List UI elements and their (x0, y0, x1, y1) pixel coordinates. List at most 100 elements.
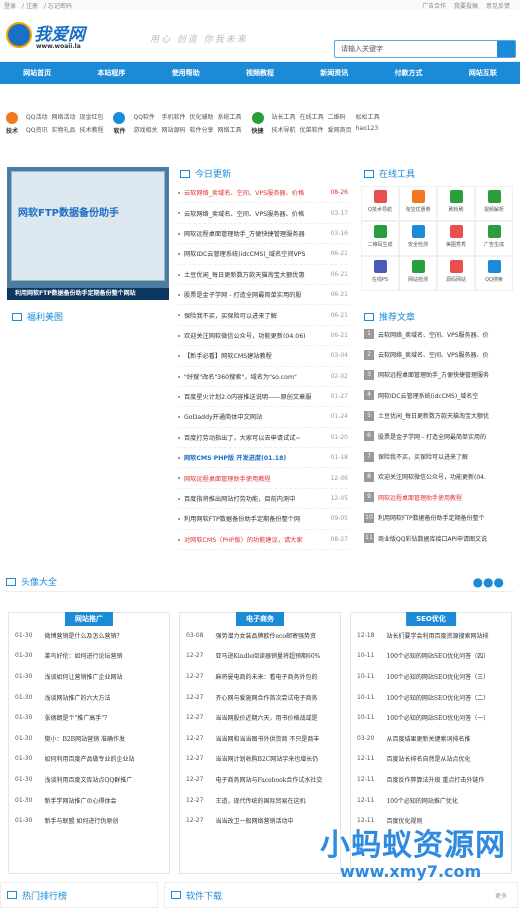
article-row[interactable]: 12-27 亚马逊Kindle阅读器销量将超预期60% (180, 646, 340, 667)
nav-programs[interactable]: 本站程序 (74, 62, 148, 84)
article-title[interactable]: 浅谈利用百度文库站点QQ群推广 (44, 775, 132, 784)
quick-link[interactable]: 网站源码 (162, 125, 186, 134)
column-tab[interactable]: SEO优化 (406, 612, 456, 626)
quick-category[interactable]: 技术 (4, 112, 20, 135)
news-row[interactable]: 对网软CMS（PHP版）的功能建议，请大家 08-27 (178, 530, 348, 551)
recommend-row[interactable]: 2 云软网络_卖域名、空间、VPS服务器、价 (364, 344, 514, 364)
quick-link[interactable]: hao123 (356, 125, 380, 134)
article-title[interactable]: 100个必知的网站推广优化 (386, 796, 457, 805)
forgot-password-link[interactable]: 忘记密码 (48, 3, 72, 10)
news-title[interactable]: 保险我不买，买保险可以进来了解 (184, 311, 322, 320)
news-title[interactable]: "好搜"改名"360搜索"，域名为"so.com" (184, 372, 322, 381)
article-title[interactable]: 百度站长排名自然是从站点优化 (386, 754, 470, 763)
news-title[interactable]: 利用网软FTP数据备份助手定期备份整个网 (184, 514, 322, 523)
news-title[interactable]: GoDaddy开通简体中文网站 (184, 412, 322, 421)
tool-item[interactable]: 在线PS (361, 256, 399, 291)
nav-video[interactable]: 视频教程 (223, 62, 297, 84)
recommend-row[interactable]: 11 商业版QQ彩钻数据库接口API申请图文说 (364, 528, 514, 548)
tool-item[interactable]: 源码网站 (437, 256, 475, 291)
article-row[interactable]: 10-11 100个必知的网站SEO优化问答（三） (351, 666, 511, 687)
recommend-title[interactable]: 股票是金子学网 - 打造全网最简单实用的 (378, 432, 486, 441)
news-row[interactable]: 百度打劳动指出了，大家可以去申请试试~ 01-20 (178, 428, 348, 449)
article-title[interactable]: 电子商务网站与Facebook合作试水社交 (215, 775, 322, 784)
recommend-title[interactable]: 网软IDC云管理系统(idcCMS)_域名空 (378, 391, 478, 400)
news-row[interactable]: 网软CMS PHP版 开发进度(01.18) 01-18 (178, 448, 348, 469)
quick-link[interactable]: 手机软件 (162, 112, 186, 121)
article-row[interactable]: 12-27 当当网股价近期六天，用书价格战或是 (180, 707, 340, 728)
search-button[interactable] (497, 41, 515, 57)
recommend-row[interactable]: 6 股票是金子学网 - 打造全网最简单实用的 (364, 426, 514, 446)
article-title[interactable]: 100个必知的网站SEO优化问答（三） (386, 672, 489, 681)
article-title[interactable]: 王道，现代传统的国际贸易在这机 (215, 796, 305, 805)
column-tab[interactable]: 电子商务 (236, 612, 284, 626)
news-row[interactable]: 网软IDC云管理系统(idcCMS)_域名空间VPS 06-21 (178, 244, 348, 265)
news-row[interactable]: 百度星火计划2.0内容推送说明——原创文章服 01-27 (178, 387, 348, 408)
tool-item[interactable]: Q技术导航 (361, 186, 399, 221)
news-row[interactable]: 利用网软FTP数据备份助手定期备份整个网 09-05 (178, 509, 348, 530)
nav-help[interactable]: 使用帮助 (149, 62, 223, 84)
news-title[interactable]: 【新手必看】网软CMS建站教程 (184, 351, 322, 360)
quick-link[interactable]: 爱网首页 (328, 125, 352, 134)
more-dots-icon[interactable]: ●●● (473, 575, 504, 589)
recommend-row[interactable]: 1 云软网络_卖域名、空间、VPS服务器、价 (364, 324, 514, 344)
article-title[interactable]: 百度优化规则 (386, 816, 422, 825)
search-input[interactable]: 请输入关键字 (341, 44, 383, 54)
tool-item[interactable]: 安全检测 (399, 221, 437, 256)
news-row[interactable]: "好搜"改名"360搜索"，域名为"so.com" 02-02 (178, 367, 348, 387)
article-title[interactable]: 齐心网与爱施网合作首次尝试电子商务 (215, 693, 317, 702)
search-box[interactable]: 请输入关键字 (334, 40, 516, 58)
news-row[interactable]: 土豆优闲_每日更新数万款天猫淘宝大额优惠 06-21 (178, 265, 348, 285)
article-row[interactable]: 01-30 如何利用百度产品做专业的企业站 (9, 749, 169, 770)
more-link[interactable]: 更多 (495, 891, 507, 900)
article-title[interactable]: 百度反作弊算法升级 重点打击外链作 (386, 775, 484, 784)
quick-link[interactable]: 系统工具 (218, 112, 242, 121)
article-title[interactable]: 100个必知的网站SEO优化问答（二） (386, 693, 489, 702)
quick-link[interactable]: 技术教程 (79, 125, 103, 134)
ad-link[interactable]: 广告合作 (422, 3, 446, 10)
article-row[interactable]: 01-30 莱鸟好伦：如何进行论坛营销 (9, 646, 169, 667)
avatar-title[interactable]: 头像大全 (21, 575, 57, 588)
featured-slide[interactable]: 网软FTP数据备份助手 利用网软FTP数据备份助手定期备份整个网站 (7, 167, 169, 300)
article-row[interactable]: 12-18 站长们要学会利用百度资源搜索网站排 (351, 625, 511, 646)
quick-link[interactable]: 实物礼品 (51, 125, 75, 134)
article-row[interactable]: 12-11 100个必知的网站推广优化 (351, 790, 511, 811)
slide-caption[interactable]: 利用网软FTP数据备份助手定期备份整个网站 (7, 288, 169, 300)
article-row[interactable]: 12-27 当当改卫一般网络营销活动中 (180, 810, 340, 831)
recommend-row[interactable]: 10 利用网软FTP数据备份助手定期备份整个 (364, 508, 514, 528)
article-row[interactable]: 01-30 浅谈利用百度文库站点QQ群推广 (9, 769, 169, 790)
quick-link[interactable]: 软件分享 (190, 125, 214, 134)
news-row[interactable]: 云软网络_卖域名、空间、VPS服务器、价格 08-26 (178, 183, 348, 204)
article-title[interactable]: 浅谈如何让营销推广企业网站 (44, 672, 122, 681)
article-title[interactable]: 新手学网站推广の心得体会 (44, 796, 116, 805)
news-row[interactable]: 网软远程桌面管理助手使用教程 12-06 (178, 468, 348, 489)
article-title[interactable]: 新手与联盟 如何进行伪原创 (44, 816, 118, 825)
article-row[interactable]: 01-30 新手与联盟 如何进行伪原创 (9, 810, 169, 831)
quick-link[interactable]: 站长工具 (272, 112, 296, 121)
article-title[interactable]: 当当改卫一般网络营销活动中 (215, 816, 293, 825)
news-title[interactable]: 土豆优闲_每日更新数万款天猫淘宝大额优惠 (184, 270, 322, 279)
news-title[interactable]: 百度指将推出网站打劳功能，目前内测中 (184, 494, 322, 503)
article-row[interactable]: 03-20 从百度结果更新关键索词排名推 (351, 728, 511, 749)
recommend-row[interactable]: 7 保险我不买，买保险可以进来了解 (364, 446, 514, 466)
article-title[interactable]: 站长们要学会利用百度资源搜索网站排 (386, 631, 488, 640)
news-row[interactable]: GoDaddy开通简体中文网站 01-24 (178, 407, 348, 428)
news-row[interactable]: 网软远程桌面管理助手_方便快捷管理服务器 03-16 (178, 224, 348, 245)
news-row[interactable]: 百度指将推出网站打劳功能，目前内测中 12-05 (178, 489, 348, 510)
article-row[interactable]: 01-30 浅谈网站推广的六大方法 (9, 687, 169, 708)
article-row[interactable]: 01-30 微博营销是什么及怎么营销？ (9, 625, 169, 646)
tool-item[interactable]: 二维码生成 (361, 221, 399, 256)
news-title[interactable]: 欢迎关注网软微信公众号，功能更新(04.06) (184, 331, 322, 340)
nav-news[interactable]: 新闻资讯 (297, 62, 371, 84)
recommend-row[interactable]: 5 土豆优闲_每日更新数万款天猫淘宝大额优 (364, 406, 514, 426)
recommend-row[interactable]: 4 网软IDC云管理系统(idcCMS)_域名空 (364, 385, 514, 405)
article-title[interactable]: 强势潜力女装品牌欧伶eco邮寄强势资 (215, 631, 316, 640)
article-title[interactable]: 当当网计划收购B2C网站宇来也增长仍 (215, 754, 318, 763)
recommend-title[interactable]: 云软网络_卖域名、空间、VPS服务器、价 (378, 350, 489, 359)
quick-link[interactable]: 优菜软件 (300, 125, 324, 134)
news-title[interactable]: 百度星火计划2.0内容推送说明——原创文章服 (184, 392, 322, 401)
quick-link[interactable]: 技术导航 (272, 125, 296, 134)
article-title[interactable]: 樊小：B2B网站营销 准确作发 (44, 734, 125, 743)
recommend-title[interactable]: 保险我不买，买保险可以进来了解 (378, 452, 468, 461)
article-row[interactable]: 12-27 王道，现代传统的国际贸易在这机 (180, 790, 340, 811)
news-title[interactable]: 百度打劳动指出了，大家可以去申请试试~ (184, 433, 322, 442)
